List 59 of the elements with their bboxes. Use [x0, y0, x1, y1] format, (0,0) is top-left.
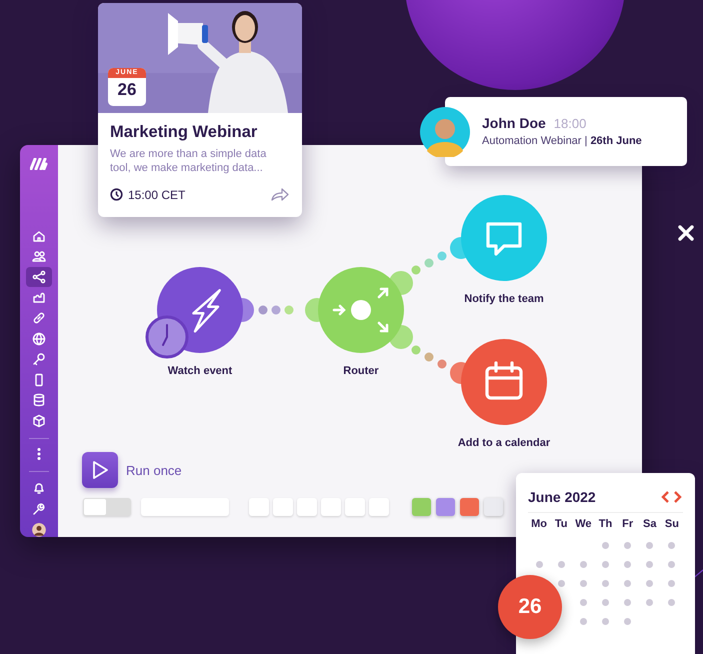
toolbar-button[interactable] [369, 498, 389, 516]
module-label: Add to a calendar [456, 437, 552, 449]
weekday-label: Th [598, 518, 614, 530]
sender-name: John Doe [482, 115, 546, 131]
color-swatch[interactable] [484, 498, 503, 516]
avatar[interactable] [32, 523, 46, 537]
globe-icon [31, 330, 47, 347]
selected-day[interactable]: 26 [498, 575, 562, 639]
event-time: 15:00 CET [128, 188, 186, 202]
weekday-label: Mo [530, 518, 548, 530]
play-icon [91, 460, 109, 480]
module-label: Notify the team [463, 293, 545, 305]
input-field[interactable] [141, 498, 229, 516]
module-label: Router [342, 365, 380, 377]
toolbar-button[interactable] [321, 498, 341, 516]
close-icon[interactable] [677, 224, 695, 242]
clock-icon [110, 188, 123, 201]
module-node[interactable] [461, 339, 547, 425]
router-icon [332, 288, 388, 332]
color-swatch[interactable] [436, 498, 455, 516]
share-icon[interactable] [270, 187, 290, 202]
module-label: Watch event [166, 365, 234, 377]
message-text: Automation Webinar | 26th June [482, 135, 642, 147]
event-title: Marketing Webinar [110, 123, 258, 142]
day-label: 26 [118, 79, 136, 101]
run-once-button[interactable] [82, 452, 118, 488]
key-icon [31, 351, 47, 368]
avatar [420, 107, 470, 157]
weekday-label: Sa [642, 518, 658, 530]
weekday-label: Tu [554, 518, 569, 530]
calendar-icon [485, 361, 523, 400]
database-icon [31, 392, 47, 408]
module-node[interactable] [318, 267, 404, 353]
weekday-label: Su [664, 518, 680, 530]
chevron-right-icon[interactable] [673, 491, 683, 503]
sidebar-item[interactable] [26, 267, 52, 287]
share-icon [31, 268, 47, 285]
toolbar-button[interactable] [273, 498, 293, 516]
more-icon [37, 448, 41, 460]
cube-icon [31, 412, 47, 429]
toolbar-button[interactable] [345, 498, 365, 516]
weekday-label: We [574, 518, 592, 530]
wrench-icon [31, 500, 47, 516]
color-swatch[interactable] [460, 498, 479, 516]
toolbar-button[interactable] [249, 498, 269, 516]
run-once-label: Run once [126, 462, 182, 478]
module-node[interactable] [461, 195, 547, 281]
message-time: 18:00 [554, 116, 586, 131]
color-swatch[interactable] [412, 498, 431, 516]
link-icon [31, 310, 47, 326]
month-title: June 2022 [528, 489, 596, 505]
chevron-left-icon[interactable] [660, 491, 670, 503]
weekday-label: Fr [621, 518, 634, 530]
speech-bubble-icon [486, 222, 522, 256]
event-description: We are more than a simple data tool, we make marketing data... [110, 147, 268, 175]
lightning-icon [192, 289, 221, 333]
clock-icon [146, 316, 188, 358]
toolbar-button[interactable] [297, 498, 317, 516]
toggle-switch[interactable] [83, 498, 131, 516]
